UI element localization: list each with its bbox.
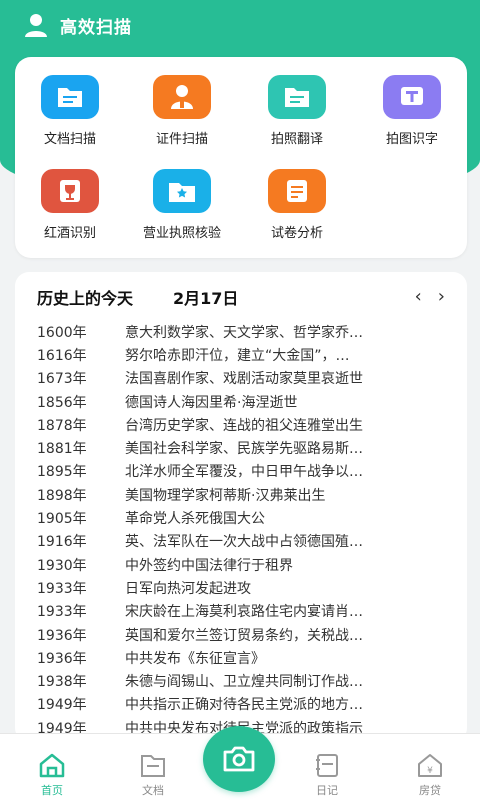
tools-card: 文档扫描 证件扫描 拍照翻译 拍图识字 红酒识别 营业执照核验 试卷分析 (15, 57, 467, 258)
event-year: 1916年 (37, 534, 87, 551)
event-year: 1898年 (37, 487, 87, 504)
event-text: 宋庆龄在上海莫利哀路住宅内宴请肖… (125, 604, 363, 621)
tool-text-recognition[interactable]: 拍图识字 (357, 57, 467, 147)
event-year: 1905年 (37, 511, 87, 528)
history-event-row[interactable]: 1878年 台湾历史学家、连战的祖父连雅堂出生 (37, 413, 457, 436)
camera-icon (223, 746, 255, 772)
event-year: 1878年 (37, 417, 87, 434)
translate-doc-icon (268, 75, 326, 119)
history-header: 历史上的今天 2月17日 (15, 272, 467, 322)
history-event-row[interactable]: 1905年 革命党人杀死俄国大公 (37, 506, 457, 529)
folder-icon (141, 755, 165, 777)
event-text: 努尔哈赤即汗位，建立“大金国”，… (125, 347, 350, 364)
history-event-row[interactable]: 1933年 宋庆龄在上海莫利哀路住宅内宴请肖… (37, 600, 457, 623)
house-yuan-icon: ¥ (418, 754, 442, 777)
tool-id-scan[interactable]: 证件扫描 (127, 57, 237, 147)
history-event-row[interactable]: 1898年 美国物理学家柯蒂斯·汉弗莱出生 (37, 483, 457, 506)
history-today-card: 历史上的今天 2月17日 ‹ › 1600年 意大利数学家、天文学家、哲学家乔… 1… (15, 272, 467, 742)
license-icon (153, 169, 211, 213)
event-text: 日军向热河发起进攻 (125, 580, 251, 597)
history-event-row[interactable]: 1673年 法国喜剧作家、戏剧活动家莫里哀逝世 (37, 367, 457, 390)
exam-icon (268, 169, 326, 213)
history-event-list: 1600年 意大利数学家、天文学家、哲学家乔… 1616年 努尔哈赤即汗位，建立“大金… (37, 320, 457, 739)
tool-wine-recognition[interactable]: 红酒识别 (15, 151, 125, 241)
event-year: 1930年 (37, 557, 87, 574)
event-year: 1673年 (37, 371, 87, 388)
event-year: 1616年 (37, 347, 87, 364)
history-event-row[interactable]: 1936年 中共发布《东征宣言》 (37, 646, 457, 669)
history-event-row[interactable]: 1600年 意大利数学家、天文学家、哲学家乔… (37, 320, 457, 343)
history-event-row[interactable]: 1949年 中共指示正确对待各民主党派的地方… (37, 693, 457, 716)
event-text: 美国物理学家柯蒂斯·汉弗莱出生 (125, 487, 326, 504)
history-event-row[interactable]: 1856年 德国诗人海因里希·海涅逝世 (37, 390, 457, 413)
history-date: 2月17日 (173, 289, 239, 308)
event-text: 美国社会科学家、民族学先驱路易斯… (125, 441, 363, 458)
id-person-icon (153, 75, 211, 119)
event-text: 朱德与阎锡山、卫立煌共同制订作战… (125, 674, 363, 691)
user-icon[interactable] (22, 11, 50, 39)
tool-license-verify[interactable]: 营业执照核验 (127, 151, 237, 241)
event-text: 意大利数学家、天文学家、哲学家乔… (125, 324, 363, 341)
svg-text:¥: ¥ (427, 766, 433, 776)
event-year: 1936年 (37, 627, 87, 644)
date-navigation: ‹ › (415, 287, 445, 307)
tab-documents[interactable]: 文档 (123, 752, 183, 800)
history-event-row[interactable]: 1936年 英国和爱尔兰签订贸易条约，关税战… (37, 623, 457, 646)
text-recognition-icon (383, 75, 441, 119)
tab-home[interactable]: 首页 (22, 752, 82, 800)
event-year: 1938年 (37, 674, 87, 691)
history-event-row[interactable]: 1616年 努尔哈赤即汗位，建立“大金国”，… (37, 343, 457, 366)
event-text: 英、法军队在一次大战中占领德国殖… (125, 534, 363, 551)
document-icon (41, 75, 99, 119)
camera-scan-button[interactable] (203, 726, 275, 792)
history-event-row[interactable]: 1881年 美国社会科学家、民族学先驱路易斯… (37, 436, 457, 459)
tab-diary[interactable]: 日记 (297, 752, 357, 800)
event-year: 1856年 (37, 394, 87, 411)
tool-document-scan[interactable]: 文档扫描 (15, 57, 125, 147)
home-icon (39, 753, 65, 778)
event-year: 1933年 (37, 580, 87, 597)
event-year: 1895年 (37, 464, 87, 481)
event-text: 北洋水师全军覆没，中日甲午战争以… (125, 464, 363, 481)
history-event-row[interactable]: 1895年 北洋水师全军覆没，中日甲午战争以… (37, 460, 457, 483)
chevron-right-icon[interactable]: › (438, 287, 445, 307)
chevron-left-icon[interactable]: ‹ (415, 287, 422, 307)
event-text: 法国喜剧作家、戏剧活动家莫里哀逝世 (125, 371, 363, 388)
event-text: 台湾历史学家、连战的祖父连雅堂出生 (125, 417, 363, 434)
diary-icon (316, 754, 338, 777)
tool-exam-analysis[interactable]: 试卷分析 (242, 151, 352, 241)
event-text: 中共指示正确对待各民主党派的地方… (125, 697, 363, 714)
event-year: 1881年 (37, 441, 87, 458)
event-text: 英国和爱尔兰签订贸易条约，关税战… (125, 627, 363, 644)
event-text: 中共发布《东征宣言》 (125, 650, 265, 667)
event-text: 中外签约中国法律行于租界 (125, 557, 293, 574)
event-text: 革命党人杀死俄国大公 (125, 511, 265, 528)
event-year: 1600年 (37, 324, 87, 341)
event-text: 德国诗人海因里希·海涅逝世 (125, 394, 298, 411)
wine-icon (41, 169, 99, 213)
history-event-row[interactable]: 1930年 中外签约中国法律行于租界 (37, 553, 457, 576)
event-year: 1936年 (37, 650, 87, 667)
history-title: 历史上的今天 (37, 289, 134, 308)
tab-mortgage[interactable]: ¥ 房贷 (400, 752, 460, 800)
tool-photo-translate[interactable]: 拍照翻译 (242, 57, 352, 147)
event-year: 1933年 (37, 604, 87, 621)
history-event-row[interactable]: 1938年 朱德与阎锡山、卫立煌共同制订作战… (37, 669, 457, 692)
history-event-row[interactable]: 1916年 英、法军队在一次大战中占领德国殖… (37, 530, 457, 553)
app-title: 高效扫描 (60, 17, 132, 38)
event-year: 1949年 (37, 697, 87, 714)
history-event-row[interactable]: 1933年 日军向热河发起进攻 (37, 576, 457, 599)
top-bar: 高效扫描 (0, 0, 480, 50)
